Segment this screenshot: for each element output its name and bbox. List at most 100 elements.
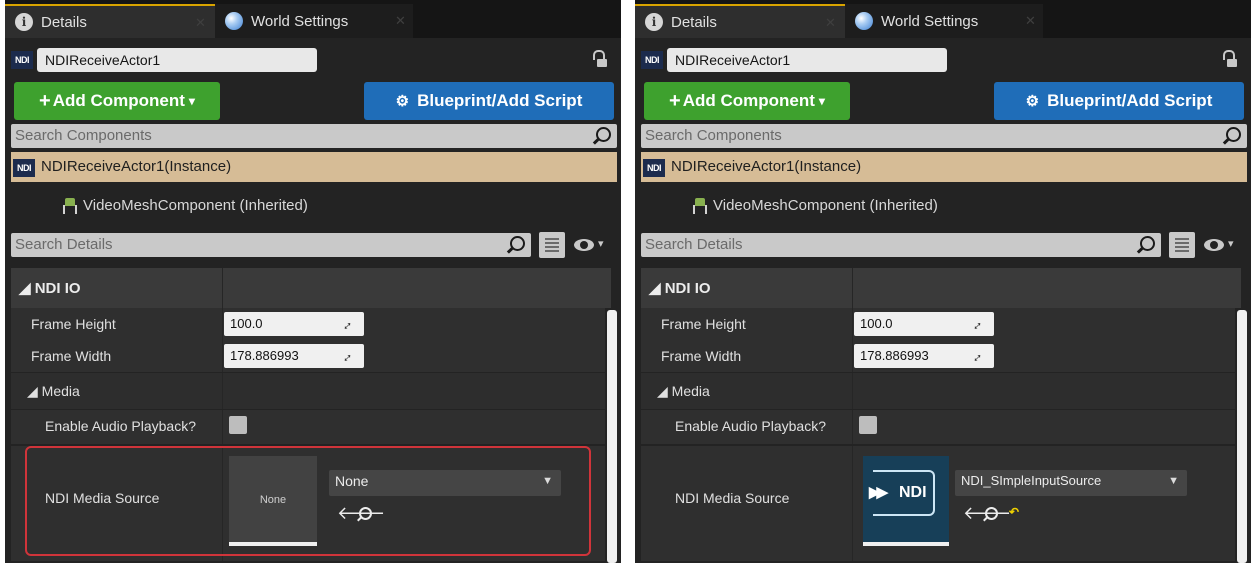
frame-height-input[interactable]: 100.0 ↕ — [224, 312, 364, 336]
ndi-arrow-icon: ▶▶ — [869, 484, 888, 501]
tab-world-settings[interactable]: World Settings ✕ — [845, 4, 1043, 38]
search-details-input[interactable]: Search Details — [11, 233, 531, 257]
scrollbar[interactable] — [607, 310, 617, 563]
tab-details-label: Details — [671, 13, 717, 31]
close-icon[interactable]: ✕ — [825, 15, 836, 31]
thumbnail-none-label: None — [259, 494, 287, 506]
column-divider[interactable] — [222, 410, 223, 444]
blueprint-add-script-button[interactable]: ⚙ Blueprint/Add Script — [994, 82, 1244, 120]
reset-to-default-icon[interactable]: ↶ — [1009, 505, 1019, 519]
category-media[interactable]: ◢ Media — [641, 373, 1235, 409]
ndi-media-source-value: None — [335, 473, 369, 489]
add-component-button[interactable]: + Add Component ▾ — [644, 82, 850, 120]
search-details-input[interactable]: Search Details — [641, 233, 1161, 257]
enable-audio-label: Enable Audio Playback? — [675, 418, 826, 434]
instance-label: NDIReceiveActor1(Instance) — [671, 158, 862, 175]
frame-height-input[interactable]: 100.0 ↕ — [854, 312, 994, 336]
actor-name-field[interactable]: NDIReceiveActor1 — [667, 48, 947, 72]
search-components-input[interactable]: Search Components — [11, 124, 617, 148]
tab-bar: i Details ✕ World Settings ✕ — [635, 0, 1251, 38]
globe-icon — [855, 12, 873, 30]
asset-thumbnail[interactable]: ▶▶ NDI — [863, 456, 949, 546]
search-icon[interactable] — [359, 507, 372, 520]
frame-width-input[interactable]: 178.886993 ↕ — [224, 344, 364, 368]
drag-handle-icon[interactable]: ↕ — [341, 315, 361, 333]
add-component-label: Add Component — [52, 91, 185, 110]
frame-width-input[interactable]: 178.886993 ↕ — [854, 344, 994, 368]
column-divider[interactable] — [222, 373, 223, 409]
instance-label: NDIReceiveActor1(Instance) — [41, 158, 232, 175]
search-details-placeholder: Search Details — [15, 236, 113, 253]
column-divider[interactable] — [852, 446, 853, 561]
frame-width-value: 178.886993 — [230, 348, 299, 363]
category-ndi-io-label: ◢ NDI IO — [649, 280, 711, 297]
tab-details[interactable]: i Details ✕ — [5, 4, 215, 38]
tab-details[interactable]: i Details ✕ — [635, 4, 845, 38]
category-media-text: Media — [41, 383, 80, 399]
search-icon — [1226, 127, 1241, 142]
component-tree-item-instance[interactable]: NDI NDIReceiveActor1(Instance) — [641, 152, 1247, 182]
view-options-button[interactable]: ▾ — [572, 234, 612, 256]
list-view-icon[interactable] — [1169, 232, 1195, 258]
property-row-frame-height: Frame Height 100.0 ↕ — [11, 308, 605, 340]
blueprint-add-script-button[interactable]: ⚙ Blueprint/Add Script — [364, 82, 614, 120]
property-row-enable-audio: Enable Audio Playback? — [641, 410, 1235, 444]
close-icon[interactable]: ✕ — [1025, 13, 1036, 29]
property-row-enable-audio: Enable Audio Playback? — [11, 410, 605, 444]
inherited-label: VideoMeshComponent (Inherited) — [713, 197, 938, 214]
chevron-down-icon: ▼ — [542, 475, 553, 487]
enable-audio-checkbox[interactable] — [229, 416, 247, 434]
category-ndi-io[interactable]: ◢ NDI IO — [641, 268, 1241, 308]
column-divider[interactable] — [222, 308, 223, 340]
component-tree-item-inherited[interactable]: VideoMeshComponent (Inherited) — [641, 188, 1247, 224]
column-divider[interactable] — [852, 373, 853, 409]
eye-icon — [574, 239, 594, 251]
column-divider[interactable] — [852, 410, 853, 444]
column-divider[interactable] — [222, 268, 223, 308]
category-ndi-io-label: ◢ NDI IO — [19, 280, 81, 297]
list-view-icon[interactable] — [539, 232, 565, 258]
blueprint-label: Blueprint/Add Script — [1047, 91, 1213, 110]
plus-icon: + — [669, 89, 681, 112]
chevron-down-icon: ▾ — [818, 94, 825, 108]
column-divider[interactable] — [852, 340, 853, 372]
ndi-media-source-dropdown[interactable]: None ▼ — [329, 470, 561, 496]
inherited-label: VideoMeshComponent (Inherited) — [83, 197, 308, 214]
tab-world-settings[interactable]: World Settings ✕ — [215, 4, 413, 38]
close-icon[interactable]: ✕ — [195, 15, 206, 31]
add-component-button[interactable]: + Add Component ▾ — [14, 82, 220, 120]
column-divider[interactable] — [222, 340, 223, 372]
search-icon[interactable] — [985, 507, 998, 520]
drag-handle-icon[interactable]: ↕ — [971, 315, 991, 333]
component-tree-item-instance[interactable]: NDI NDIReceiveActor1(Instance) — [11, 152, 617, 182]
category-media[interactable]: ◢ Media — [11, 373, 605, 409]
blueprint-label: Blueprint/Add Script — [417, 91, 583, 110]
category-ndi-io-text: NDI IO — [664, 280, 711, 297]
drag-handle-icon[interactable]: ↕ — [341, 347, 361, 365]
chevron-down-icon: ▾ — [598, 238, 604, 250]
column-divider[interactable] — [222, 446, 223, 561]
close-icon[interactable]: ✕ — [395, 13, 406, 29]
category-ndi-io[interactable]: ◢ NDI IO — [11, 268, 611, 308]
ndi-media-source-dropdown[interactable]: NDI_SImpleInputSource ▼ — [955, 470, 1187, 496]
column-divider[interactable] — [852, 268, 853, 308]
lock-icon[interactable] — [593, 50, 607, 68]
actor-name-field[interactable]: NDIReceiveActor1 — [37, 48, 317, 72]
search-components-input[interactable]: Search Components — [641, 124, 1247, 148]
view-options-button[interactable]: ▾ — [1202, 234, 1242, 256]
lock-icon[interactable] — [1223, 50, 1237, 68]
component-tree-item-inherited[interactable]: VideoMeshComponent (Inherited) — [11, 188, 617, 224]
frame-width-label: Frame Width — [661, 348, 742, 364]
frame-height-value: 100.0 — [860, 316, 893, 331]
asset-thumbnail[interactable]: None — [229, 456, 317, 546]
scrollbar[interactable] — [1237, 310, 1247, 563]
search-icon — [510, 236, 525, 251]
ndi-icon: NDI — [643, 159, 665, 177]
column-divider[interactable] — [852, 308, 853, 340]
property-row-frame-width: Frame Width 178.886993 ↕ — [11, 340, 605, 372]
drag-handle-icon[interactable]: ↕ — [971, 347, 991, 365]
ndi-icon: NDI — [641, 51, 663, 69]
tab-details-label: Details — [41, 13, 87, 31]
enable-audio-checkbox[interactable] — [859, 416, 877, 434]
globe-icon — [225, 12, 243, 30]
